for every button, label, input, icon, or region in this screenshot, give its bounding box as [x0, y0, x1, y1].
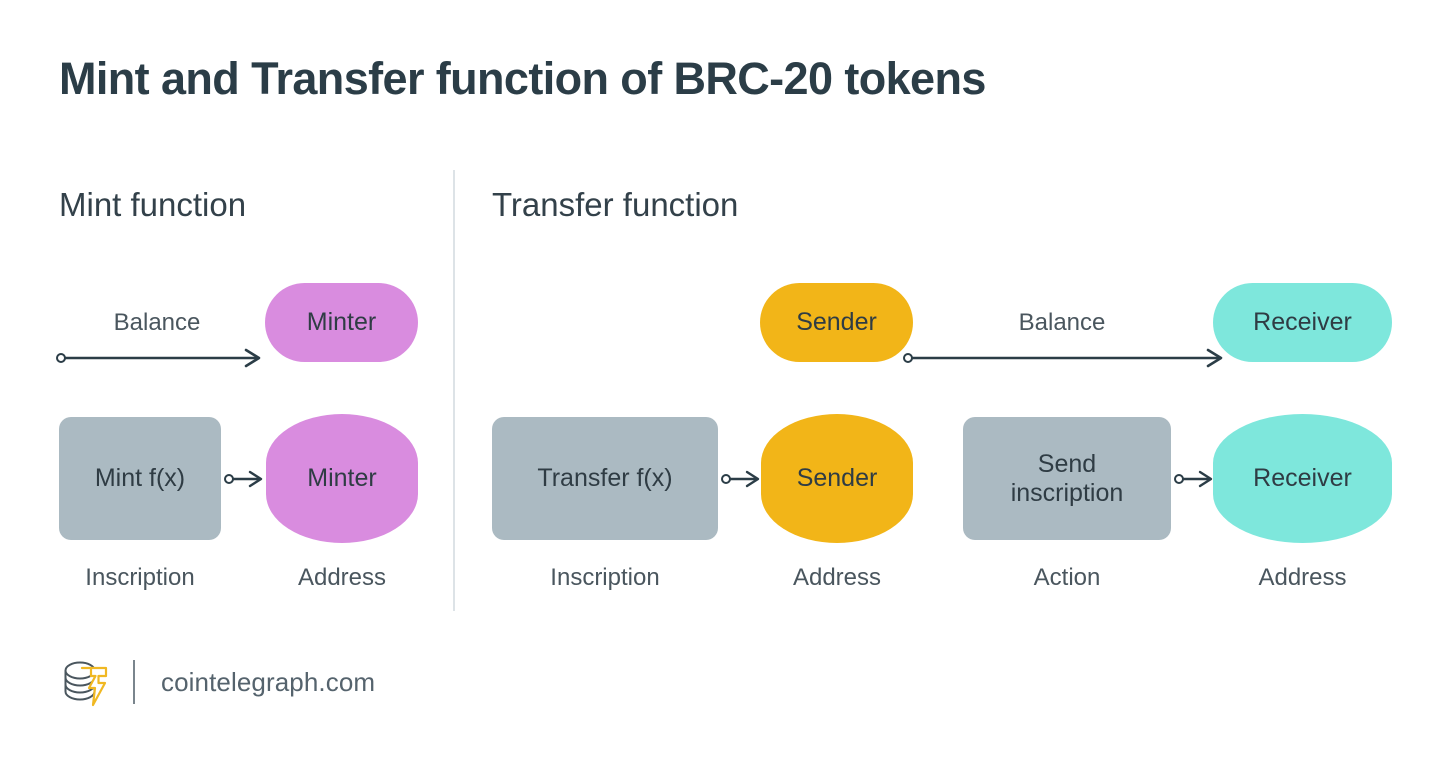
node-receiver-oval: Receiver — [1213, 414, 1392, 543]
node-minter-pill: Minter — [265, 283, 418, 362]
node-label: Sender — [796, 308, 877, 336]
node-label: Receiver — [1253, 308, 1352, 336]
node-minter-oval: Minter — [266, 414, 418, 543]
connector-mint-balance — [56, 348, 261, 368]
caption-transfer-inscription: Inscription — [550, 564, 660, 591]
node-receiver-pill: Receiver — [1213, 283, 1392, 362]
connector-transfer-balance — [903, 348, 1223, 368]
node-sender-pill: Sender — [760, 283, 913, 362]
caption-mint-inscription: Inscription — [85, 564, 195, 591]
footer: cointelegraph.com — [59, 655, 375, 709]
footer-site-label: cointelegraph.com — [161, 666, 376, 697]
node-label: Receiver — [1253, 464, 1352, 492]
caption-sender-address: Address — [792, 564, 882, 591]
node-label: Mint f(x) — [94, 464, 186, 492]
page-title: Mint and Transfer function of BRC-20 tok… — [59, 53, 986, 104]
node-send-inscription-box: Send inscription — [963, 417, 1171, 540]
connector-transfer-fx-to-sender — [721, 470, 760, 488]
node-label: Sender — [796, 464, 878, 492]
edge-label-mint-balance: Balance — [113, 309, 201, 336]
caption-action: Action — [1033, 564, 1101, 591]
node-label: Minter — [307, 464, 377, 492]
node-label: Send inscription — [1010, 449, 1124, 507]
connector-send-inscription-to-receiver — [1174, 470, 1213, 488]
cointelegraph-logo-icon — [64, 661, 108, 707]
node-mint-function-box: Mint f(x) — [59, 417, 221, 540]
caption-receiver-address: Address — [1258, 564, 1347, 591]
node-sender-oval: Sender — [761, 414, 913, 543]
node-label: Minter — [306, 308, 377, 336]
caption-mint-address: Address — [297, 564, 387, 591]
node-transfer-function-box: Transfer f(x) — [492, 417, 718, 540]
infographic-canvas: Mint and Transfer function of BRC-20 tok… — [0, 0, 1450, 773]
section-heading-transfer: Transfer function — [492, 186, 739, 223]
connector-mint-fx-to-minter — [224, 470, 263, 488]
footer-divider — [133, 660, 135, 704]
node-label: Transfer f(x) — [537, 464, 673, 492]
section-divider — [453, 170, 455, 611]
section-heading-mint: Mint function — [59, 186, 247, 223]
edge-label-transfer-balance: Balance — [1018, 309, 1106, 336]
